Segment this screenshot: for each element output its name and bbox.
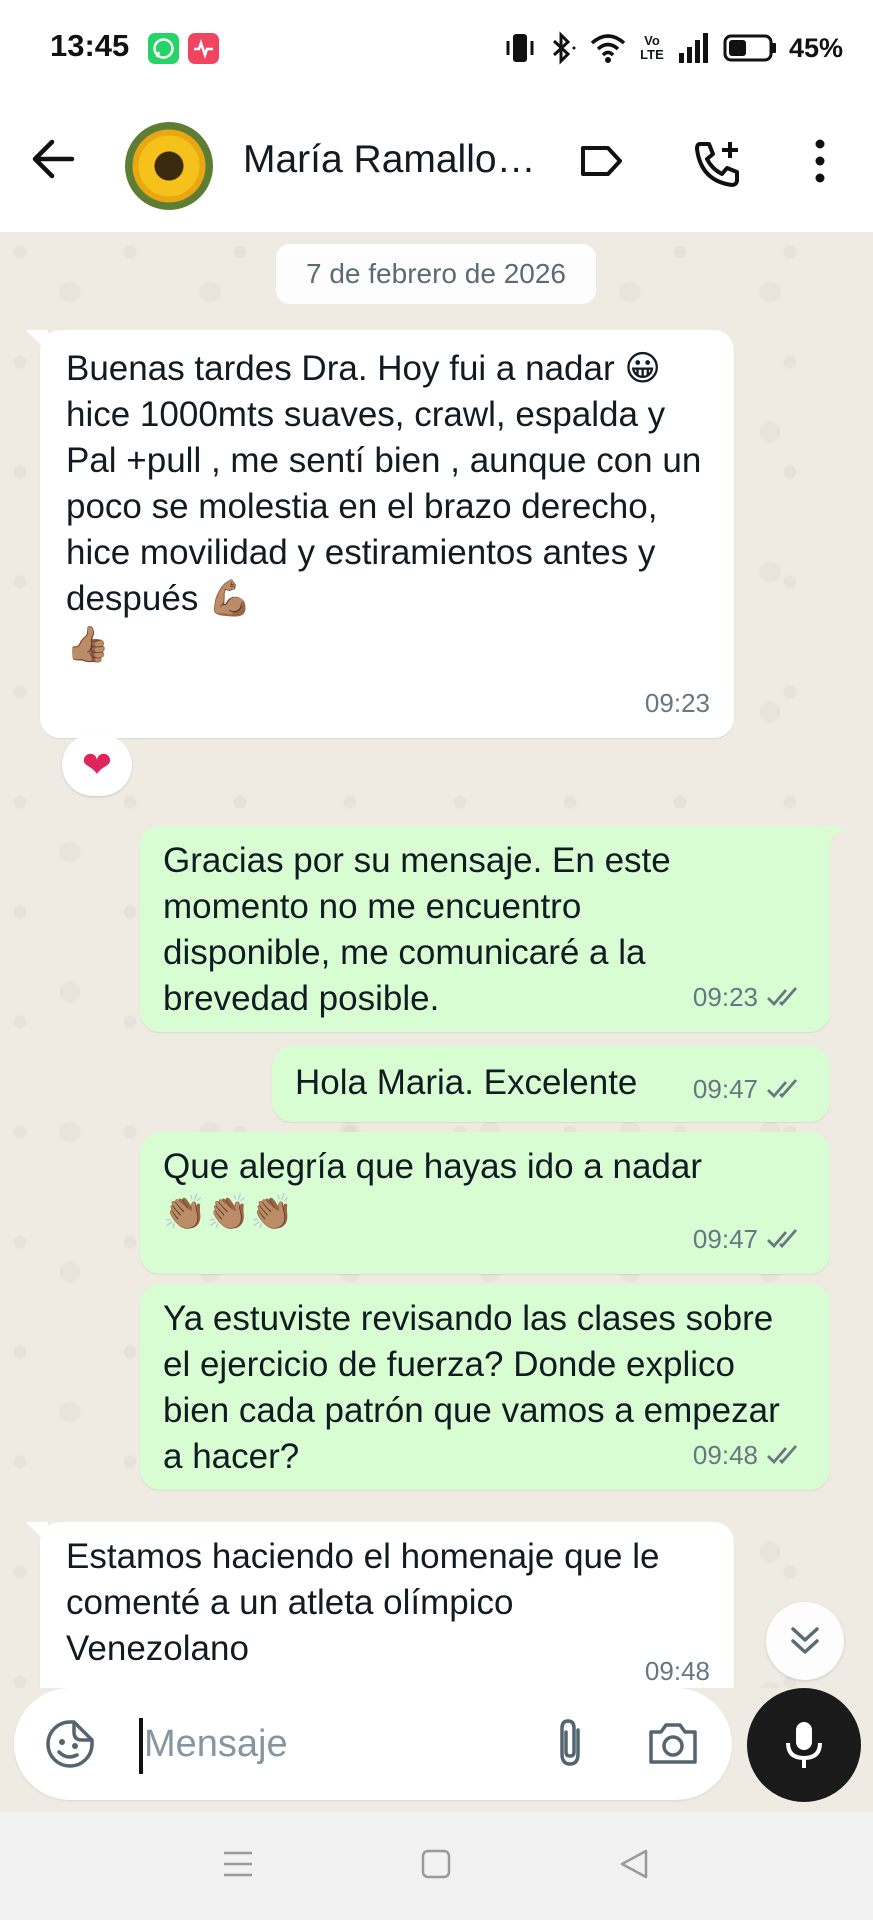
bubble-tail: [26, 1522, 48, 1544]
status-bar: 13:45 Vo LTE 45%: [0, 0, 873, 96]
read-ticks-icon: [767, 1079, 798, 1099]
message-text: Gracias por su mensaje. En este momento …: [163, 841, 681, 1018]
composer: [14, 1688, 732, 1800]
text-caret: [139, 1718, 143, 1774]
message-meta: 09:48: [693, 1432, 806, 1478]
incoming-message[interactable]: Buenas tardes Dra. Hoy fui a nadar 😀hice…: [26, 330, 734, 738]
add-call-icon[interactable]: [692, 138, 744, 190]
outgoing-message[interactable]: Ya estuviste revisando las clases sobre …: [140, 1284, 830, 1490]
volte-label: Vo LTE: [640, 33, 664, 62]
bubble-tail: [822, 826, 844, 848]
outgoing-message[interactable]: Gracias por su mensaje. En este momento …: [140, 826, 844, 1032]
message-text: Ya estuviste revisando las clases sobre …: [163, 1299, 790, 1476]
read-ticks-icon: [767, 987, 798, 1007]
back-triangle-icon[interactable]: [618, 1848, 650, 1880]
recents-menu-icon[interactable]: [222, 1848, 254, 1880]
status-time: 13:45: [50, 28, 130, 63]
outgoing-message[interactable]: Hola Maria. Excelente 09:47: [272, 1046, 830, 1122]
message-input[interactable]: [144, 1712, 524, 1776]
composer-bar: [0, 1688, 873, 1812]
whatsapp-notification-icon: [148, 33, 179, 64]
message-text: Estamos haciendo el homenaje que le come…: [66, 1537, 670, 1668]
message-time: 09:48: [692, 1440, 758, 1470]
sticker-emoji-icon[interactable]: [44, 1718, 96, 1770]
wifi-icon: [590, 34, 626, 63]
chat-header: María Ramallo…: [0, 96, 873, 232]
contact-name[interactable]: María Ramallo…: [243, 138, 543, 182]
home-square-icon[interactable]: [420, 1848, 452, 1880]
message-meta: 09:23: [645, 680, 710, 726]
message-time: 09:23: [644, 688, 710, 718]
battery-icon: [723, 34, 776, 62]
label-icon[interactable]: [578, 138, 624, 184]
message-meta: 09:48: [645, 1648, 710, 1688]
message-text: Hola Maria. Excelente: [295, 1063, 638, 1102]
incoming-message[interactable]: Estamos haciendo el homenaje que le come…: [26, 1522, 734, 1688]
message-time: 09:47: [692, 1074, 758, 1104]
battery-percent: 45%: [788, 32, 843, 63]
read-ticks-icon: [767, 1445, 798, 1465]
system-nav-bar: [0, 1812, 873, 1920]
status-icons: Vo LTE 45%: [505, 26, 843, 70]
double-chevron-down-icon: [791, 1627, 819, 1654]
heart-reaction[interactable]: ❤: [62, 734, 132, 796]
message-meta: 09:47: [693, 1216, 806, 1262]
microphone-icon: [786, 1722, 822, 1768]
message-text: Buenas tardes Dra. Hoy fui a nadar 😀hice…: [66, 349, 702, 664]
message-time: 09:48: [644, 1656, 710, 1686]
message-time: 09:47: [692, 1224, 758, 1254]
more-options-icon[interactable]: [805, 138, 835, 188]
date-chip: 7 de febrero de 2026: [276, 244, 596, 304]
outgoing-message[interactable]: Que alegría que hayas ido a nadar 👏🏽👏🏽👏🏽…: [140, 1132, 830, 1274]
message-meta: 09:23: [693, 974, 806, 1020]
app-notification-icon: [188, 33, 219, 64]
contact-avatar[interactable]: [125, 122, 213, 210]
signal-icon: [678, 33, 708, 63]
back-arrow-icon[interactable]: [30, 136, 76, 182]
message-meta: 09:47: [693, 1066, 806, 1112]
message-time: 09:23: [692, 982, 758, 1012]
read-ticks-icon: [767, 1229, 798, 1249]
vibrate-icon: [506, 34, 534, 62]
attach-clip-icon[interactable]: [544, 1716, 600, 1772]
chat-area[interactable]: 7 de febrero de 2026 Buenas tardes Dra. …: [0, 232, 873, 1688]
camera-icon[interactable]: [646, 1718, 700, 1768]
scroll-to-bottom-button[interactable]: [766, 1602, 844, 1680]
bubble-tail: [26, 330, 48, 352]
voice-message-button[interactable]: [747, 1688, 861, 1802]
bluetooth-icon: [552, 31, 576, 65]
